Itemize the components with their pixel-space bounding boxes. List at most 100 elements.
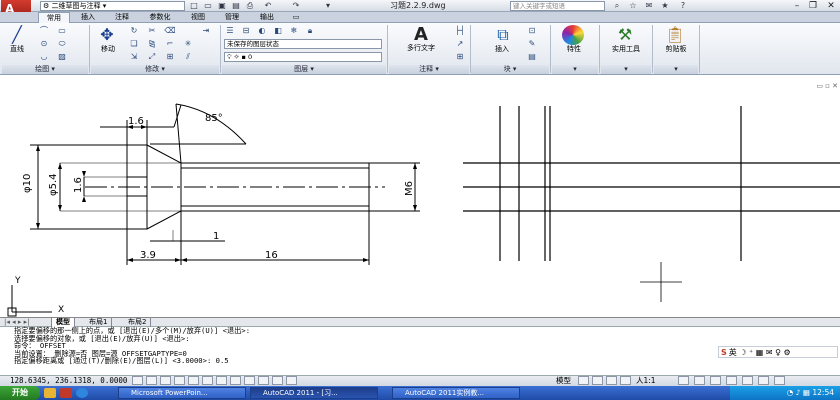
offset-icon[interactable]: ⫽ (182, 52, 194, 62)
minimize-icon[interactable]: – (790, 0, 804, 12)
start-button[interactable]: 开始 (0, 386, 40, 400)
command-window[interactable]: 指定要偏移的那一侧上的点，或 [退出(E)/多个(M)/放弃(U)] <退出>:… (0, 327, 840, 375)
layer-state-select[interactable]: 未保存的图层状态 (224, 39, 382, 49)
save-icon[interactable]: ▣ (216, 1, 228, 11)
tab-manage[interactable]: 管理 (216, 12, 248, 23)
clock[interactable]: 12:54 (812, 388, 834, 397)
lineweight-icon[interactable] (258, 376, 269, 385)
pan-icon[interactable] (606, 376, 617, 385)
panel-block-label[interactable]: 块 ▾ (471, 65, 549, 74)
utilities-icon[interactable]: ⚒ (614, 25, 636, 45)
tab-insert[interactable]: 插入 (72, 12, 104, 23)
ribbon-minimize-icon[interactable]: ▭ (288, 12, 304, 23)
create-block-icon[interactable]: ⊡ (526, 26, 538, 36)
ime-toolbar[interactable]: S英 ☽ ⁺ ▦ ✉ ♀ ⚙ (718, 346, 838, 358)
dynamic-ucs-icon[interactable] (230, 376, 241, 385)
polyline-icon[interactable]: ⌒ (38, 26, 50, 36)
isolate-objects-icon[interactable] (742, 376, 753, 385)
clipboard-icon[interactable]: 📋︎ (664, 25, 686, 45)
search-icon[interactable]: ⌕ (610, 0, 624, 12)
new-icon[interactable]: □ (188, 1, 200, 11)
table-icon[interactable]: ⊞ (454, 52, 466, 62)
communication-icon[interactable]: ✉ (642, 0, 656, 12)
help-icon[interactable]: ? (676, 0, 690, 12)
quick-view-layouts-icon[interactable] (578, 376, 589, 385)
viewport-controls[interactable]: ▭ ▫ ✕ (788, 82, 838, 92)
layer-lock-icon[interactable]: 🔒︎ (304, 26, 316, 36)
insert-block-icon[interactable]: ⧉ (492, 25, 514, 45)
rectangle-icon[interactable]: ▭ (56, 26, 68, 36)
annotation-scale[interactable]: 人1:1 (636, 375, 656, 386)
open-icon[interactable]: ▭ (202, 1, 214, 11)
tray-icons[interactable]: ◔ ♪ ▦ (787, 388, 813, 397)
quick-view-drawings-icon[interactable] (592, 376, 603, 385)
panel-properties-dropdown[interactable]: ▾ (552, 65, 598, 74)
undo-icon[interactable]: ↶ (262, 1, 274, 11)
layer-properties-icon[interactable]: ☰ (224, 26, 236, 36)
plot-icon[interactable]: ⎙ (244, 1, 256, 11)
multiline-text-icon[interactable]: A (410, 25, 432, 45)
trim-icon[interactable]: ✂ (146, 26, 158, 36)
circle-icon[interactable]: ⊙ (38, 39, 50, 49)
taskbar-item-powerpoint[interactable]: Microsoft PowerPoin... (118, 387, 246, 399)
search-input[interactable]: 键入关键字或短语 (510, 1, 605, 11)
object-snap-tracking-icon[interactable] (216, 376, 227, 385)
subscription-icon[interactable]: ☆ (626, 0, 640, 12)
dynamic-input-icon[interactable] (244, 376, 255, 385)
taskbar-item-autocad-current[interactable]: AutoCAD 2011 - [习... (250, 387, 378, 399)
toolbar-lock-icon[interactable] (710, 376, 721, 385)
saveas-icon[interactable]: ▤ (230, 1, 242, 11)
taskbar-item-autocad-tutorial[interactable]: AutoCAD 2011实例教... (392, 387, 520, 399)
restore-icon[interactable]: ❐ (806, 0, 820, 12)
properties-icon[interactable] (562, 25, 584, 45)
rotate-icon[interactable]: ↻ (128, 26, 140, 36)
panel-clipboard-dropdown[interactable]: ▾ (654, 65, 698, 74)
snap-mode-icon[interactable] (146, 376, 157, 385)
ie-quicklaunch-icon[interactable] (76, 388, 88, 398)
clean-screen-icon[interactable] (774, 376, 785, 385)
object-snap-icon[interactable] (202, 376, 213, 385)
drawing-canvas[interactable]: 1.6 85° φ10 φ5.4 1.6 1 3.9 16 M6 Y X (0, 75, 840, 318)
current-layer-select[interactable]: 💡︎ ☼ ▪ 0 (224, 52, 382, 62)
extend-icon[interactable]: ⇥ (200, 26, 212, 36)
panel-draw-label[interactable]: 绘图 ▾ (2, 65, 88, 74)
hardware-acceleration-icon[interactable] (726, 376, 737, 385)
erase-icon[interactable]: ⌫ (164, 26, 176, 36)
status-bar-menu-icon[interactable] (758, 376, 769, 385)
layer-off-icon[interactable]: ◐ (256, 26, 268, 36)
tab-annotate[interactable]: 注释 (106, 12, 138, 23)
polar-tracking-icon[interactable] (188, 376, 199, 385)
workspace-switching-icon[interactable] (694, 376, 705, 385)
hatch-icon[interactable]: ▨ (56, 52, 68, 62)
scale-icon[interactable]: ⤢ (146, 52, 158, 62)
transparency-icon[interactable] (272, 376, 283, 385)
favorites-icon[interactable]: ★ (658, 0, 672, 12)
arc-icon[interactable]: ◡ (38, 52, 50, 62)
tab-view[interactable]: 视图 (182, 12, 214, 23)
panel-layers-label[interactable]: 图层 ▾ (222, 65, 386, 74)
infer-constraints-icon[interactable] (132, 376, 143, 385)
coordinate-readout[interactable]: 128.6345, 236.1318, 0.0000 (10, 375, 127, 386)
close-icon[interactable]: ✕ (824, 0, 838, 12)
ortho-mode-icon[interactable] (174, 376, 185, 385)
tab-output[interactable]: 输出 (250, 12, 284, 23)
panel-modify-label[interactable]: 修改 ▾ (91, 65, 219, 74)
mirror-icon[interactable]: ⧎ (146, 39, 158, 49)
redo-icon[interactable]: ↷ (290, 1, 302, 11)
quick-access-dropdown-icon[interactable]: ▾ (322, 1, 334, 11)
move-icon[interactable]: ✥ (96, 25, 118, 45)
folder-quicklaunch-icon[interactable] (44, 388, 56, 398)
panel-utilities-dropdown[interactable]: ▾ (601, 65, 651, 74)
ellipse-icon[interactable]: ⬭ (56, 39, 68, 49)
annotation-visibility-icon[interactable] (678, 376, 689, 385)
stretch-icon[interactable]: ⇲ (128, 52, 140, 62)
array-icon[interactable]: ⊞ (164, 52, 176, 62)
leader-icon[interactable]: ↗ (454, 39, 466, 49)
model-space-label[interactable]: 模型 (556, 375, 571, 386)
layer-isolate-icon[interactable]: ◧ (272, 26, 284, 36)
layer-state-icon[interactable]: ⊟ (240, 26, 252, 36)
fillet-icon[interactable]: ⌐ (164, 39, 176, 49)
zoom-icon[interactable] (620, 376, 631, 385)
autocad-quicklaunch-icon[interactable] (60, 388, 72, 398)
block-attribute-icon[interactable]: ▤ (526, 52, 538, 62)
